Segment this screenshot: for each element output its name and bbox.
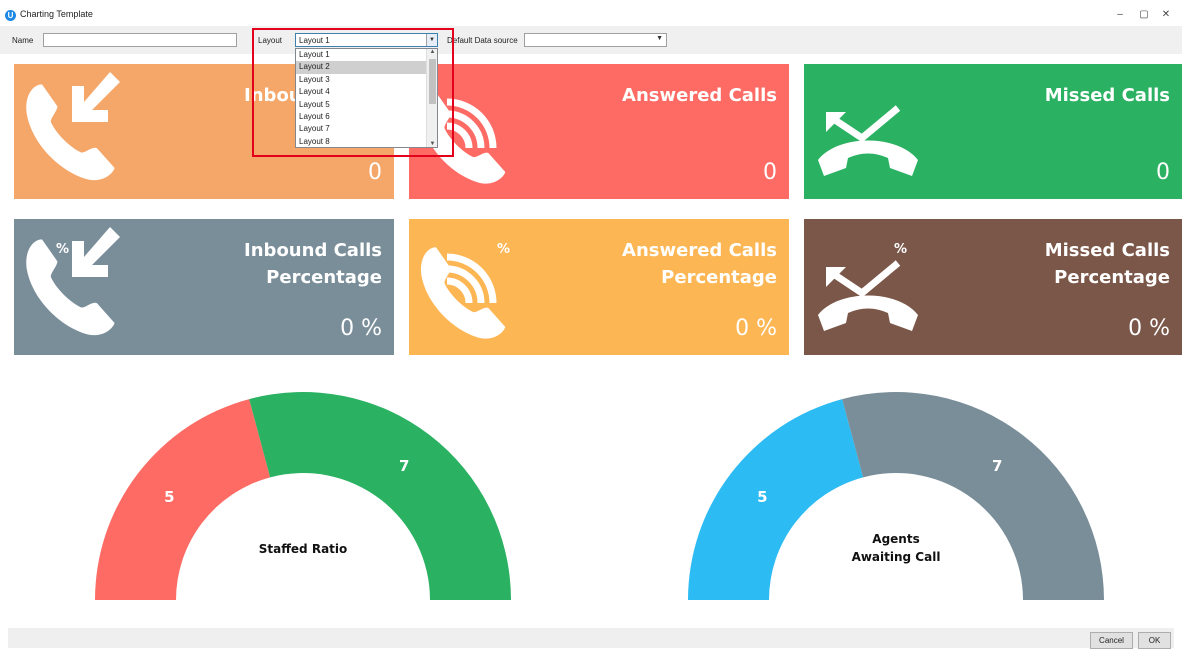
gauge-segment-right bbox=[842, 392, 1104, 600]
dropdown-option[interactable]: Layout 8 bbox=[296, 136, 437, 148]
gauge-label-line1: Agents bbox=[872, 532, 920, 546]
dropdown-option[interactable]: Layout 4 bbox=[296, 86, 437, 98]
dropdown-option[interactable]: Layout 6 bbox=[296, 111, 437, 123]
ok-button[interactable]: OK bbox=[1138, 632, 1171, 649]
scroll-up-icon[interactable]: ▲ bbox=[427, 49, 438, 55]
dropdown-option[interactable]: Layout 2 bbox=[296, 61, 437, 74]
scroll-thumb[interactable] bbox=[429, 59, 436, 104]
scroll-down-icon[interactable]: ▼ bbox=[427, 141, 438, 147]
cancel-button[interactable]: Cancel bbox=[1090, 632, 1133, 649]
dropdown-option[interactable]: Layout 1 bbox=[296, 49, 437, 61]
gauge-label-line2: Awaiting Call bbox=[851, 550, 941, 564]
dropdown-option[interactable]: Layout 7 bbox=[296, 123, 437, 135]
dropdown-option[interactable]: Layout 5 bbox=[296, 99, 437, 111]
gauge-left-value: 5 bbox=[757, 488, 768, 507]
gauge-label: Agents Awaiting Call bbox=[816, 530, 976, 566]
footer-bar bbox=[8, 628, 1174, 648]
layout-dropdown-list: Layout 1 Layout 2 Layout 3 Layout 4 Layout 5… bbox=[295, 48, 438, 148]
gauge-chart bbox=[688, 392, 1104, 600]
gauge-right-value: 7 bbox=[991, 457, 1003, 476]
dropdown-option[interactable]: Layout 3 bbox=[296, 74, 437, 86]
gauge-segment-left bbox=[688, 399, 864, 600]
dropdown-scrollbar[interactable]: ▲ ▼ bbox=[426, 49, 437, 147]
